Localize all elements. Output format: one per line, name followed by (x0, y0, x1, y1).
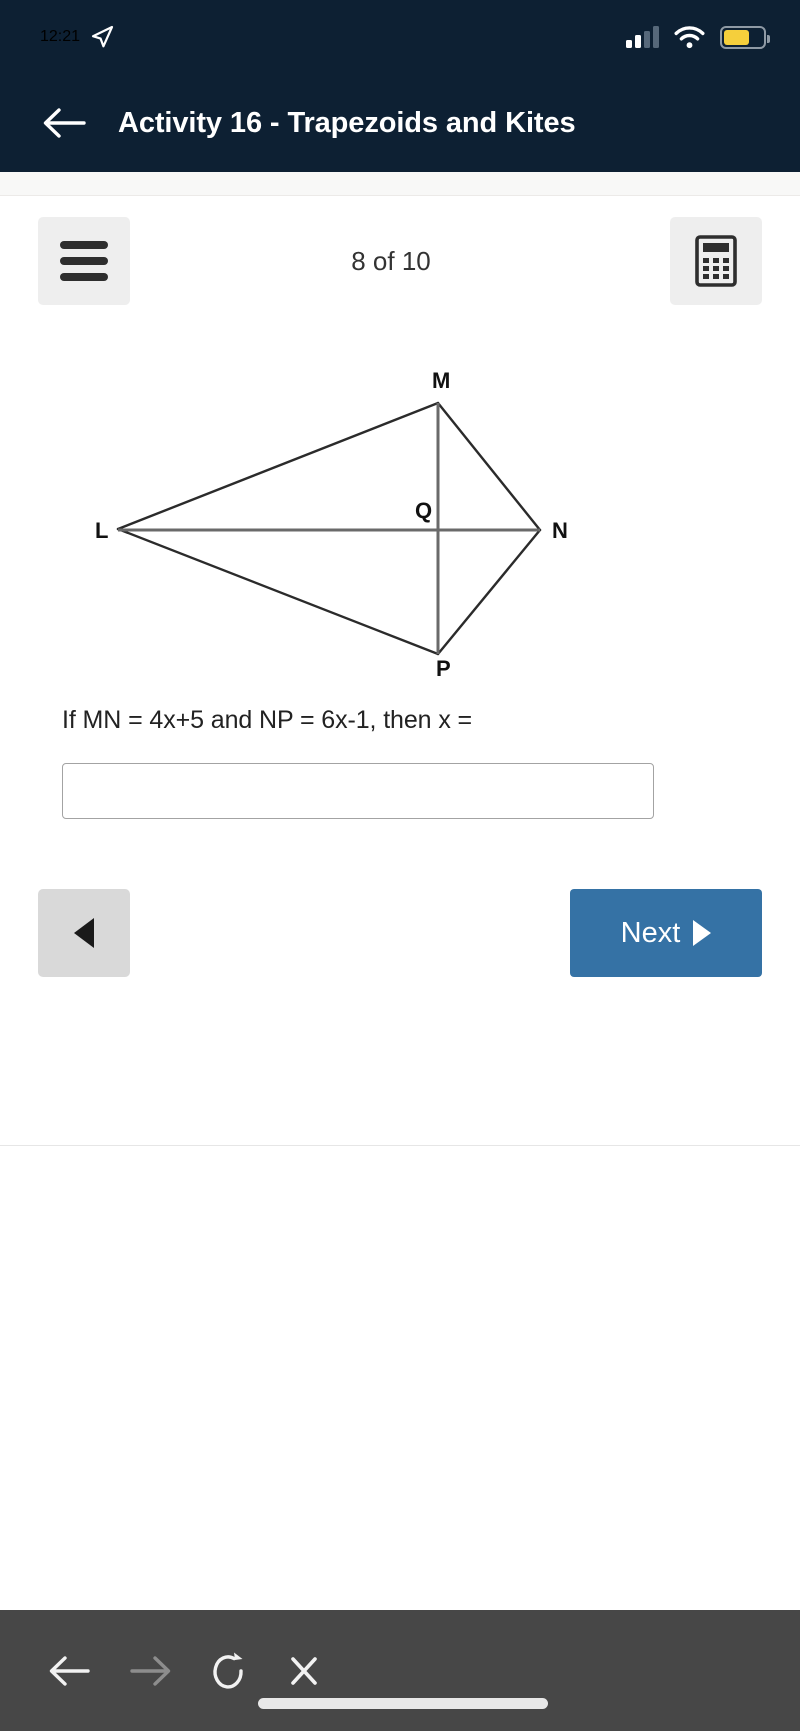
status-bar-right (626, 25, 770, 49)
location-arrow-icon (91, 25, 114, 48)
answer-input[interactable] (62, 763, 654, 819)
question-text: If MN = 4x+5 and NP = 6x-1, then x = (62, 706, 473, 734)
status-time: 12:21 (40, 28, 81, 45)
browser-close-button[interactable] (286, 1652, 322, 1690)
vertex-label-Q: Q (415, 498, 432, 523)
next-button[interactable]: Next (570, 889, 762, 977)
reload-icon (213, 1652, 243, 1689)
arrow-left-icon (49, 1655, 90, 1686)
question-navigation: Next (0, 889, 800, 985)
browser-reload-button[interactable] (210, 1650, 250, 1692)
close-x-icon (291, 1656, 317, 1685)
vertex-label-M: M (432, 368, 450, 393)
kite-figure-svg: L M N P Q (95, 368, 568, 681)
previous-button[interactable] (38, 889, 130, 977)
browser-toolbar (0, 1610, 800, 1731)
triangle-left-icon (74, 918, 94, 948)
next-button-label: Next (620, 916, 681, 949)
wifi-icon (674, 25, 705, 48)
page-title: Activity 16 - Trapezoids and Kites (118, 106, 576, 139)
edge-MN (436, 401, 542, 532)
browser-forward-button[interactable] (128, 1652, 174, 1690)
header-bar: 12:21 Activity 16 - Trapezoids and Kites (0, 0, 800, 172)
edge-NP (436, 528, 542, 656)
calculator-button[interactable] (670, 217, 762, 305)
triangle-right-icon (693, 920, 712, 946)
nav-bar: Activity 16 - Trapezoids and Kites (0, 74, 800, 172)
sub-header-strip (0, 172, 800, 196)
vertex-label-N: N (552, 518, 568, 543)
question-toolbar: 8 of 10 (0, 196, 800, 326)
battery-icon (720, 25, 770, 49)
edge-LM (116, 401, 440, 531)
status-bar: 12:21 (0, 0, 800, 74)
blank-page-area (0, 1146, 800, 1608)
vertex-label-P: P (436, 656, 451, 681)
arrow-right-icon (130, 1655, 171, 1686)
vertex-label-L: L (95, 518, 108, 543)
cellular-signal-icon (626, 26, 659, 48)
home-indicator-bar[interactable] (258, 1698, 548, 1709)
edge-PL (116, 527, 440, 656)
status-bar-left: 12:21 (40, 24, 115, 50)
content-area: 8 of 10 L M N P Q If MN = 4x+5 and NP = … (0, 196, 800, 985)
browser-back-button[interactable] (46, 1652, 92, 1690)
back-arrow-icon[interactable] (38, 97, 90, 149)
calculator-icon (695, 235, 737, 287)
geometry-diagram: L M N P Q (0, 326, 800, 686)
app-root: 12:21 Activity 16 - Trapezoids and Kites… (0, 0, 800, 1731)
